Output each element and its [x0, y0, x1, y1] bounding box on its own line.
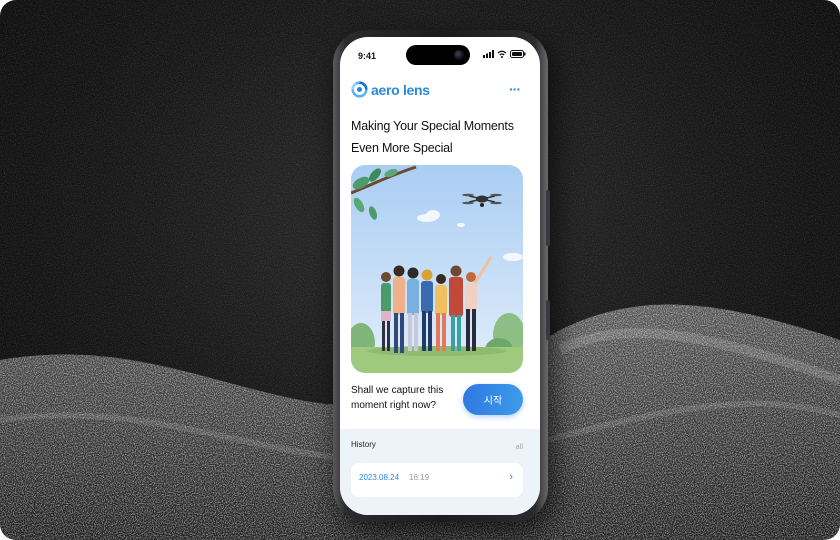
dynamic-island — [406, 45, 470, 65]
capture-prompt: Shall we capture this moment right now? — [351, 383, 451, 413]
history-item[interactable]: 2023.08.24 16:19 › — [351, 463, 523, 497]
more-options-icon[interactable]: ··· — [509, 81, 521, 97]
phone-screen: 9:41 aero lens ··· Making Your Special M… — [340, 37, 540, 515]
app-logo[interactable]: aero lens — [351, 81, 430, 98]
start-button[interactable]: 시작 — [463, 384, 523, 415]
history-item-date: 2023.08.24 — [359, 473, 400, 482]
chevron-right-icon: › — [509, 471, 513, 483]
history-all-link[interactable]: all — [515, 442, 523, 451]
status-icons — [483, 50, 526, 58]
logo-text: aero lens — [371, 81, 430, 98]
phone-volume-button — [546, 300, 550, 340]
camera-icon — [454, 50, 464, 60]
wifi-icon — [497, 50, 507, 58]
page-title: Making Your Special Moments Even More Sp… — [351, 115, 536, 159]
headline-line-2: Even More Special — [351, 141, 453, 155]
history-section: History all 2023.08.24 16:19 › — [340, 429, 540, 515]
headline-line-1: Making Your Special Moments — [351, 119, 514, 133]
history-title: History — [351, 440, 376, 449]
friends-drone-illustration — [351, 165, 523, 373]
status-time: 9:41 — [358, 51, 377, 61]
battery-icon — [510, 50, 526, 58]
phone-side-button — [546, 190, 550, 246]
hero-illustration — [351, 165, 523, 373]
aero-lens-logo-icon — [351, 81, 368, 98]
signal-icon — [483, 50, 494, 58]
capture-prompt-line-2: moment right now? — [351, 400, 437, 411]
history-item-time: 16:19 — [409, 473, 430, 482]
capture-prompt-line-1: Shall we capture this — [351, 385, 444, 396]
